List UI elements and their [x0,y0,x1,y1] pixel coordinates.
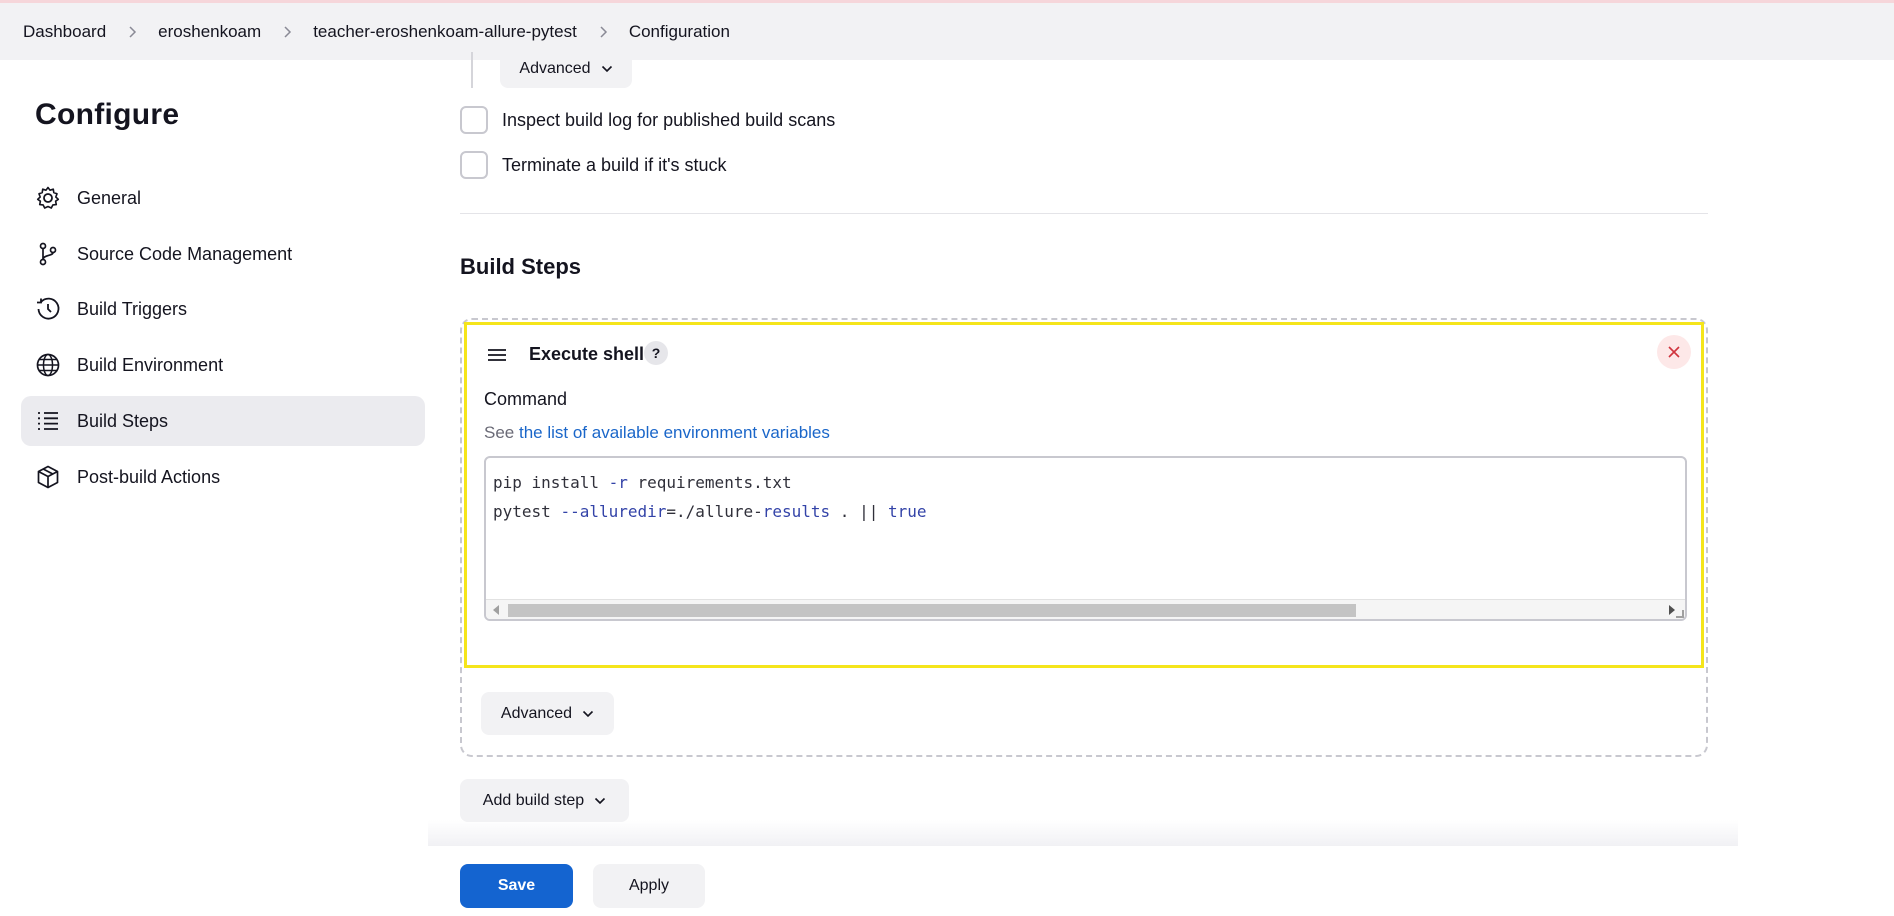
add-build-step-label: Add build step [482,791,585,809]
env-vars-hint: See the list of available environment va… [484,423,830,443]
delete-step-button[interactable] [1657,335,1691,369]
advanced-button[interactable]: Advanced [481,692,614,735]
see-prefix: See [484,423,515,442]
chevron-down-icon [583,710,594,717]
save-button[interactable]: Save [460,864,573,908]
sidebar-item-label: Build Environment [77,354,224,375]
section-divider [460,213,1708,214]
env-vars-link[interactable]: the list of available environment variab… [519,423,830,442]
page-title: Configure [35,98,180,131]
command-label: Command [484,389,568,409]
sidebar-item-label: Source Code Management [77,243,293,264]
clock-icon [35,296,61,322]
list-icon [35,408,61,434]
chevron-down-icon [595,797,606,804]
execute-shell-step: Execute shell ? Command See the list of … [464,322,1704,668]
section-rail [471,52,473,88]
build-steps-heading: Build Steps [460,254,582,279]
sidebar-item-build-triggers[interactable]: Build Triggers [21,284,425,334]
checkbox-label: Terminate a build if it's stuck [502,154,727,175]
sidebar-item-label: Build Steps [77,410,169,431]
checkbox-label: Inspect build log for published build sc… [502,109,836,130]
add-build-step-button[interactable]: Add build step [460,779,629,822]
sidebar-item-general[interactable]: General [21,173,425,223]
sidebar-item-label: Build Triggers [77,298,188,319]
branch-icon [35,241,61,267]
apply-button[interactable]: Apply [593,864,705,908]
chevron-right-icon [587,22,619,42]
breadcrumb-dashboard[interactable]: Dashboard [23,22,106,42]
breadcrumb-configuration: Configuration [628,21,730,41]
scroll-left-icon[interactable] [493,605,499,615]
inspect-build-log-checkbox[interactable] [460,106,488,134]
sidebar-item-build-environment[interactable]: Build Environment [21,340,425,390]
advanced-label: Advanced [500,704,573,722]
code-line-1: pip install -r requirements.txt [493,473,792,492]
breadcrumb-job[interactable]: teacher-eroshenkoam-allure-pytest [313,22,577,42]
sidebar-item-build-steps[interactable]: Build Steps [21,396,425,446]
gear-icon [35,185,61,211]
advanced-button-top[interactable]: Advanced [500,50,632,88]
sidebar-item-post-build-actions[interactable]: Post-build Actions [21,452,425,502]
globe-icon [35,352,61,378]
scroll-right-icon[interactable] [1669,605,1675,615]
checkbox-row-inspect-build-log: Inspect build log for published build sc… [460,106,835,134]
chevron-right-icon [271,22,303,42]
horizontal-scrollbar[interactable] [486,599,1685,619]
sidebar-item-source-code-management[interactable]: Source Code Management [21,229,425,279]
footer-shadow [428,820,1738,846]
drag-handle-icon[interactable] [485,343,509,367]
step-title: Execute shell [529,344,645,364]
package-icon [35,464,61,490]
code-line-2: pytest --alluredir=./allure-results . ||… [493,502,927,521]
sidebar-item-label: Post-build Actions [77,466,221,487]
breadcrumb: Dashboard eroshenkoam teacher-eroshenkoa… [0,3,1894,60]
close-icon [1668,346,1680,358]
scrollbar-thumb[interactable] [508,604,1356,617]
chevron-right-icon [116,22,148,42]
terminate-stuck-build-checkbox[interactable] [460,151,488,179]
command-textarea[interactable]: pip install -r requirements.txt pytest -… [484,456,1687,621]
chevron-down-icon [601,65,612,73]
help-icon[interactable]: ? [644,341,668,365]
command-code: pip install -r requirements.txt pytest -… [493,468,927,526]
sidebar-item-label: General [77,187,142,208]
breadcrumb-user[interactable]: eroshenkoam [158,22,261,42]
checkbox-row-terminate-stuck: Terminate a build if it's stuck [460,151,727,179]
resize-grip-icon[interactable] [1676,610,1684,618]
advanced-label: Advanced [519,60,591,77]
